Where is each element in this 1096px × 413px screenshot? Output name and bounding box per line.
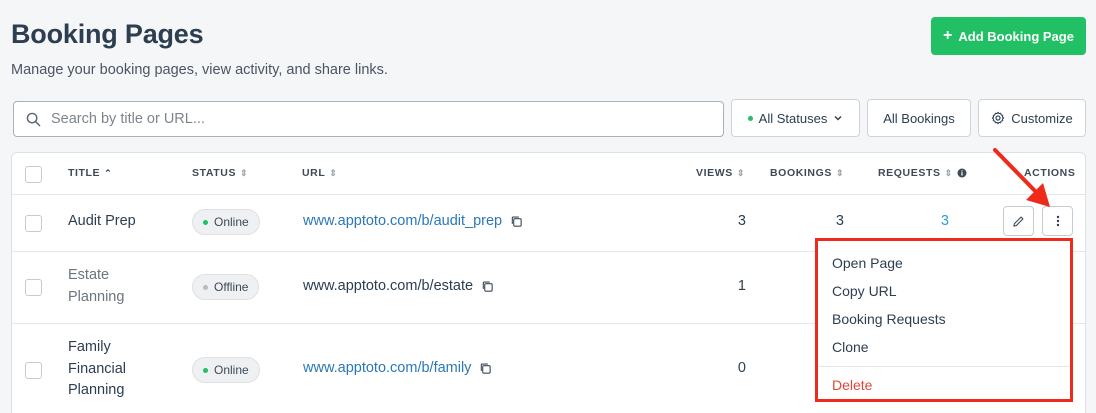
page-subtitle: Manage your booking pages, view activity… [11, 62, 388, 78]
row-bookings: 3 [835, 213, 844, 229]
annotation-arrow-icon [993, 148, 1050, 207]
all-bookings-button[interactable]: All Bookings [867, 99, 971, 137]
sort-icon: ⌃ [104, 167, 113, 178]
kebab-menu-icon [1056, 215, 1059, 227]
row-title[interactable]: Estate Planning [68, 265, 158, 308]
status-badge: Online [192, 357, 260, 383]
row-requests-link[interactable]: 3 [915, 213, 949, 229]
column-header-views[interactable]: VIEWS ⇕ [696, 167, 745, 179]
menu-item-copy-url[interactable]: Copy URL [818, 277, 1070, 305]
gear-icon [992, 111, 1005, 125]
menu-item-open-page[interactable]: Open Page [818, 249, 1070, 277]
row-title[interactable]: Family Financial Planning [68, 337, 148, 402]
status-filter-dropdown[interactable]: All Statuses [731, 99, 860, 137]
copy-icon[interactable] [510, 215, 523, 228]
page-title: Booking Pages [11, 19, 204, 49]
status-badge: Online [192, 209, 260, 235]
row-views: 3 [737, 213, 746, 229]
status-badge: Offline [192, 274, 260, 300]
row-url-link[interactable]: www.apptoto.com/b/family [303, 360, 492, 376]
chevron-down-icon [834, 116, 842, 121]
row-views: 0 [737, 360, 746, 376]
menu-item-clone[interactable]: Clone [818, 333, 1070, 361]
copy-icon[interactable] [479, 362, 492, 375]
plus-icon: + [943, 27, 953, 44]
select-all-checkbox[interactable] [25, 166, 42, 183]
pencil-icon [1013, 215, 1024, 227]
sort-icon: ⇕ [240, 167, 249, 178]
column-header-status[interactable]: STATUS ⇕ [192, 167, 248, 179]
add-booking-page-label: Add Booking Page [958, 28, 1074, 44]
column-header-title[interactable]: TITLE ⌃ [68, 167, 112, 179]
row-checkbox[interactable] [25, 279, 42, 296]
online-dot-icon [203, 367, 208, 373]
header-divider [12, 194, 1085, 195]
row-title[interactable]: Audit Prep [68, 211, 136, 233]
row-actions-menu: Open Page Copy URL Booking Requests Clon… [815, 238, 1073, 402]
status-filter-label: All Statuses [758, 110, 828, 126]
customize-button[interactable]: Customize [978, 99, 1086, 137]
online-dot-icon [203, 219, 208, 225]
column-header-url[interactable]: URL ⇕ [302, 167, 338, 179]
menu-divider [818, 366, 1070, 367]
sort-icon: ⇕ [736, 167, 745, 178]
info-icon[interactable] [957, 168, 967, 178]
row-checkbox[interactable] [25, 362, 42, 379]
status-dot-icon [747, 115, 753, 121]
search-box [13, 101, 724, 137]
search-input[interactable] [51, 111, 723, 127]
column-header-bookings[interactable]: BOOKINGS ⇕ [770, 167, 844, 179]
search-icon [26, 112, 41, 126]
sort-icon: ⇕ [835, 167, 845, 178]
copy-icon[interactable] [481, 280, 494, 293]
customize-label: Customize [1011, 110, 1073, 126]
all-bookings-label: All Bookings [883, 110, 955, 126]
row-views: 1 [737, 278, 746, 294]
row-checkbox[interactable] [25, 215, 42, 232]
menu-item-booking-requests[interactable]: Booking Requests [818, 305, 1070, 333]
menu-item-delete[interactable]: Delete [818, 371, 1070, 399]
sort-icon: ⇕ [329, 167, 338, 178]
add-booking-page-button[interactable]: + Add Booking Page [931, 17, 1086, 55]
offline-dot-icon [203, 284, 208, 290]
row-url-link[interactable]: www.apptoto.com/b/estate [303, 278, 494, 294]
row-url-link[interactable]: www.apptoto.com/b/audit_prep [303, 213, 523, 229]
sort-icon: ⇕ [944, 167, 953, 178]
column-header-requests[interactable]: REQUESTS ⇕ [878, 167, 967, 179]
